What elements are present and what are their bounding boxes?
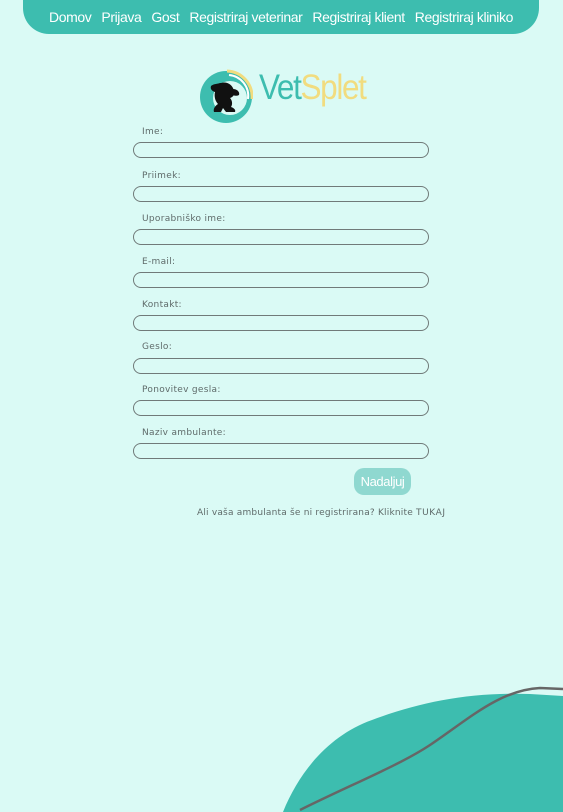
wave-shape <box>283 693 563 812</box>
decorative-wave <box>283 686 563 812</box>
